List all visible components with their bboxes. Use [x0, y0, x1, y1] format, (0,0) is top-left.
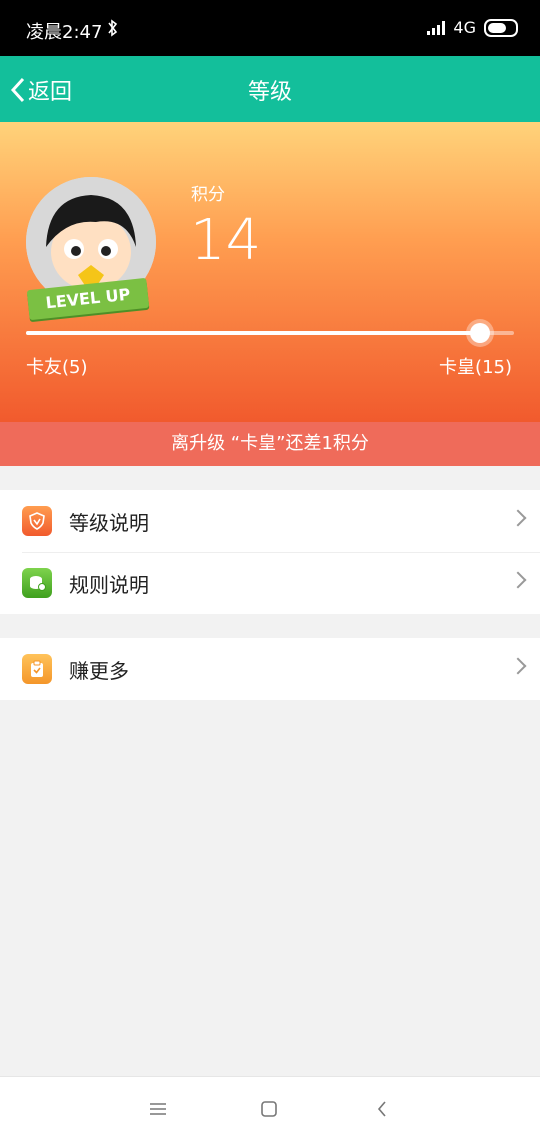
next-level-label: 卡皇(15) [439, 357, 512, 378]
level-progress-knob [469, 323, 490, 343]
status-icons: 4G [427, 18, 518, 37]
menu-item-label: 规则说明 [69, 572, 149, 597]
chevron-right-icon [509, 509, 527, 527]
shield-icon [22, 506, 52, 536]
system-nav-bar [0, 1076, 540, 1141]
page-title: 等级 [247, 80, 292, 105]
menu-group-info: 等级说明 规则说明 [0, 490, 540, 614]
clipboard-check-icon [22, 654, 52, 684]
signal-icon [427, 20, 446, 35]
menu-item-earn-more[interactable]: 赚更多 [0, 638, 540, 700]
status-time: 凌晨2:47 [26, 22, 103, 43]
chevron-right-icon [509, 571, 527, 589]
chevron-right-icon [509, 657, 527, 675]
status-bar: 凌晨2:47 4G [0, 0, 540, 56]
upgrade-hint: 离升级 “卡皇”还差1积分 [0, 422, 540, 466]
battery-icon [484, 18, 518, 37]
nav-bar: 返回 等级 [0, 56, 540, 122]
current-level-label: 卡友(5) [26, 357, 88, 378]
coins-icon [22, 568, 52, 598]
level-progress-fill [26, 331, 480, 335]
level-progress-bar [26, 323, 514, 343]
level-header: LEVEL UP 积分 14 卡友(5) 卡皇(15) [0, 122, 540, 422]
menu-item-label: 等级说明 [69, 510, 149, 535]
back-nav-icon[interactable] [370, 1097, 394, 1121]
menu-item-level-description[interactable]: 等级说明 [0, 490, 540, 552]
menu-group-earn: 赚更多 [0, 638, 540, 700]
score-value: 14 [190, 208, 262, 273]
menu-item-rules[interactable]: 规则说明 [0, 552, 540, 614]
bluetooth-icon [108, 19, 118, 37]
home-icon[interactable] [257, 1097, 281, 1121]
network-type: 4G [453, 18, 476, 37]
menu-item-label: 赚更多 [69, 658, 129, 683]
menu-icon[interactable] [146, 1097, 170, 1121]
score-label: 积分 [191, 185, 225, 205]
